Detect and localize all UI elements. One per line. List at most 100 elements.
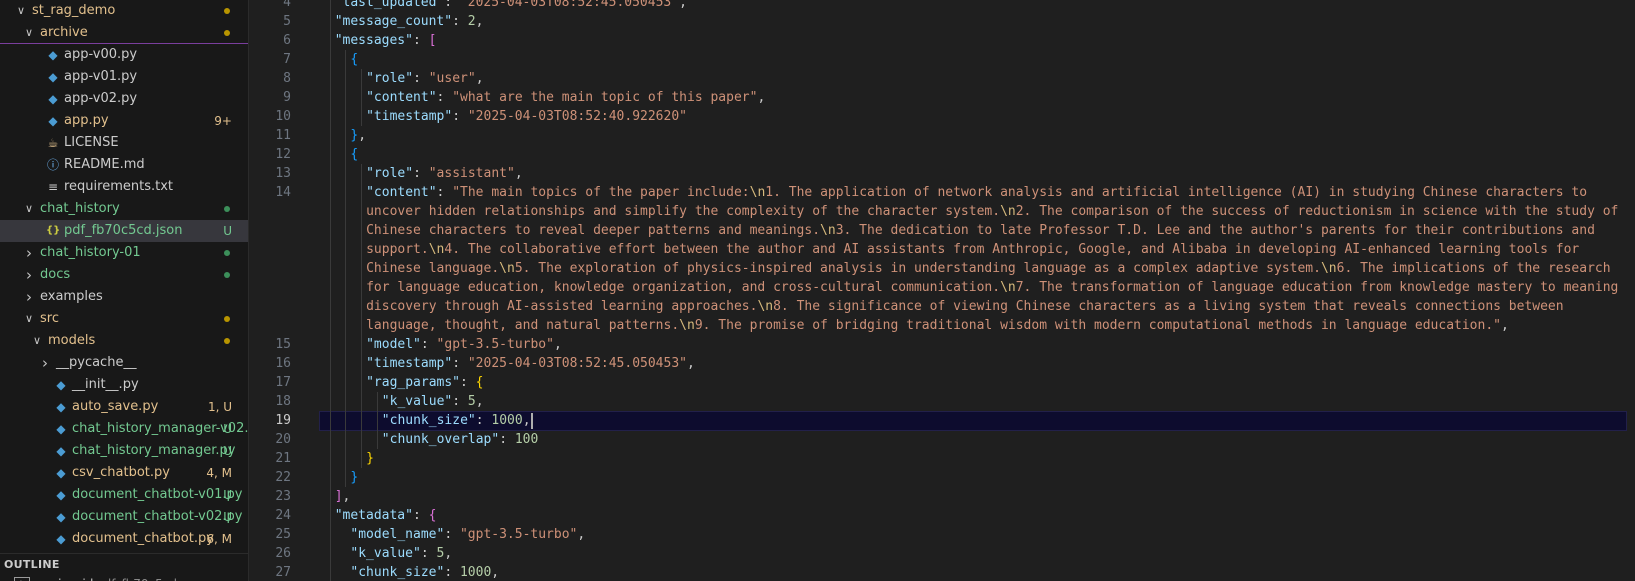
- file-item[interactable]: {} pdf_fb70c5cd.json U: [0, 220, 248, 242]
- code-token: "k_value": [381, 394, 453, 409]
- code-line[interactable]: 21}: [249, 449, 1635, 468]
- code-token: :: [436, 90, 453, 105]
- code-line[interactable]: 17 "rag_params": {: [249, 373, 1635, 392]
- code-line[interactable]: 14 "content": "The main topics of the pap…: [249, 183, 1635, 202]
- code-content: Chinese language.\n5. The exploration of…: [366, 259, 1610, 278]
- indent-guide: [361, 69, 363, 126]
- line-number: 11: [275, 128, 291, 143]
- folder-item[interactable]: ∨ chat_history: [0, 198, 248, 220]
- file-item[interactable]: ◆ app-v00.py: [0, 44, 248, 66]
- string-symbol-icon: abc: [14, 577, 30, 581]
- file-item[interactable]: ⓘ README.md: [0, 154, 248, 176]
- chevron-right-icon[interactable]: ›: [38, 352, 52, 374]
- code-line[interactable]: 5 "message_count": 2,: [249, 12, 1635, 31]
- text-file-icon: ≡: [47, 180, 59, 194]
- code-line[interactable]: 13 "role": "assistant",: [249, 164, 1635, 183]
- code-content: },: [350, 126, 366, 145]
- file-item[interactable]: ◆ csv_chatbot.py 4, M: [0, 462, 248, 484]
- file-item[interactable]: ◆ document_chatbot.py 6, M: [0, 528, 248, 550]
- file-item[interactable]: ◆ chat_history_manager-v02.... U: [0, 418, 248, 440]
- code-token: "The main topics of the paper include:: [452, 185, 750, 200]
- code-line[interactable]: 23],: [249, 487, 1635, 506]
- code-token: "chunk_overlap": [381, 432, 500, 447]
- code-line[interactable]: 26 "k_value": 5,: [249, 544, 1635, 563]
- code-token: :: [420, 546, 437, 561]
- code-token: 4. The collaborative effort between the …: [444, 242, 1580, 257]
- folder-item[interactable]: ∨ archive: [0, 22, 248, 44]
- indent-guide: [361, 164, 363, 468]
- tree-item-label: LICENSE: [64, 135, 119, 150]
- file-item[interactable]: ◆ document_chatbot-v01.py U: [0, 484, 248, 506]
- line-number: 23: [275, 489, 291, 504]
- chevron-down-icon[interactable]: ∨: [22, 308, 36, 330]
- code-line[interactable]: 15 "model": "gpt-3.5-turbo",: [249, 335, 1635, 354]
- file-item[interactable]: ◆ app.py 9+: [0, 110, 248, 132]
- tree-item-label: auto_save.py: [72, 399, 159, 414]
- code-token: "k_value": [350, 546, 421, 561]
- code-token: discovery through AI-assisted learning a…: [366, 299, 758, 314]
- folder-item[interactable]: ∨ st_rag_demo: [0, 0, 248, 22]
- code-content: support.\n4. The collaborative effort be…: [366, 240, 1579, 259]
- outline-panel-header[interactable]: OUTLINE: [0, 553, 248, 576]
- code-token: :: [444, 565, 460, 580]
- file-item[interactable]: ☕ LICENSE: [0, 132, 248, 154]
- code-token: :: [452, 14, 468, 29]
- folder-item[interactable]: › examples: [0, 286, 248, 308]
- code-line[interactable]: 27 "chunk_size": 1000,: [249, 563, 1635, 581]
- code-token: ,: [687, 356, 695, 371]
- tree-item-label: document_chatbot-v01.py: [72, 487, 243, 502]
- line-number: 20: [275, 432, 291, 447]
- chevron-down-icon[interactable]: ∨: [22, 22, 36, 44]
- code-token: :: [444, 0, 460, 10]
- file-item[interactable]: ◆ chat_history_manager.py U: [0, 440, 248, 462]
- code-line[interactable]: 25 "model_name": "gpt-3.5-turbo",: [249, 525, 1635, 544]
- line-number: 9: [283, 90, 291, 105]
- explorer-sidebar: ∨ st_rag_demo ∨ archive ◆ app-v00.py ◆ app-v01.…: [0, 0, 249, 581]
- code-line[interactable]: 9 "content": "what are the main topic of …: [249, 88, 1635, 107]
- chevron-right-icon[interactable]: ›: [22, 242, 36, 264]
- code-content: "message_count": 2,: [335, 12, 484, 31]
- code-line[interactable]: 11},: [249, 126, 1635, 145]
- chevron-right-icon[interactable]: ›: [22, 264, 36, 286]
- chevron-down-icon[interactable]: ∨: [22, 198, 36, 220]
- chevron-down-icon[interactable]: ∨: [14, 0, 28, 22]
- file-item[interactable]: ≡ requirements.txt: [0, 176, 248, 198]
- code-line[interactable]: 19 "chunk_size": 1000,: [249, 411, 1635, 431]
- folder-item[interactable]: › __pycache__: [0, 352, 248, 374]
- code-content: "content": "what are the main topic of t…: [366, 88, 765, 107]
- file-item[interactable]: ◆ auto_save.py 1, U: [0, 396, 248, 418]
- code-content: {: [350, 50, 358, 69]
- code-line[interactable]: 16 "timestamp": "2025-04-03T08:52:45.0504…: [249, 354, 1635, 373]
- line-number: 8: [283, 71, 291, 86]
- code-line[interactable]: 6 "messages": [: [249, 31, 1635, 50]
- code-line[interactable]: 12 {: [249, 145, 1635, 164]
- code-token: :: [412, 508, 429, 523]
- code-line[interactable]: 22}: [249, 468, 1635, 487]
- code-line[interactable]: 10 "timestamp": "2025-04-03T08:52:40.9226…: [249, 107, 1635, 126]
- code-line[interactable]: 20 "chunk_overlap": 100: [249, 430, 1635, 449]
- code-line[interactable]: 24 "metadata": {: [249, 506, 1635, 525]
- folder-item[interactable]: › chat_history-01: [0, 242, 248, 264]
- code-token: "rag_params": [366, 375, 461, 390]
- file-item[interactable]: ◆ app-v02.py: [0, 88, 248, 110]
- chevron-right-icon[interactable]: ›: [22, 286, 36, 308]
- file-item[interactable]: ◆ app-v01.py: [0, 66, 248, 88]
- folder-item[interactable]: ∨ src: [0, 308, 248, 330]
- code-token: }: [366, 451, 374, 466]
- code-line[interactable]: 7{: [249, 50, 1635, 69]
- folder-item[interactable]: ∨ models: [0, 330, 248, 352]
- outline-item[interactable]: abc session_id pdf_fb70c5cd: [0, 575, 248, 581]
- file-item[interactable]: ◆ document_chatbot-v02.py U: [0, 506, 248, 528]
- code-line[interactable]: 4 "last_updated": "2025-04-03T08:52:45.05…: [249, 0, 1635, 12]
- code-line[interactable]: 8 "role": "user",: [249, 69, 1635, 88]
- python-file-icon: ◆: [56, 378, 66, 392]
- file-item[interactable]: ◆ __init__.py: [0, 374, 248, 396]
- code-line[interactable]: 18 "k_value": 5,: [249, 392, 1635, 411]
- folder-item[interactable]: › docs: [0, 264, 248, 286]
- text-cursor: [530, 412, 533, 429]
- line-number: 21: [275, 451, 291, 466]
- code-editor[interactable]: 4 "last_updated": "2025-04-03T08:52:45.05…: [249, 0, 1635, 581]
- tree-item-label: document_chatbot.py: [72, 531, 214, 546]
- code-content: uncover hidden relationships and simplif…: [366, 202, 1618, 221]
- chevron-down-icon[interactable]: ∨: [30, 330, 44, 352]
